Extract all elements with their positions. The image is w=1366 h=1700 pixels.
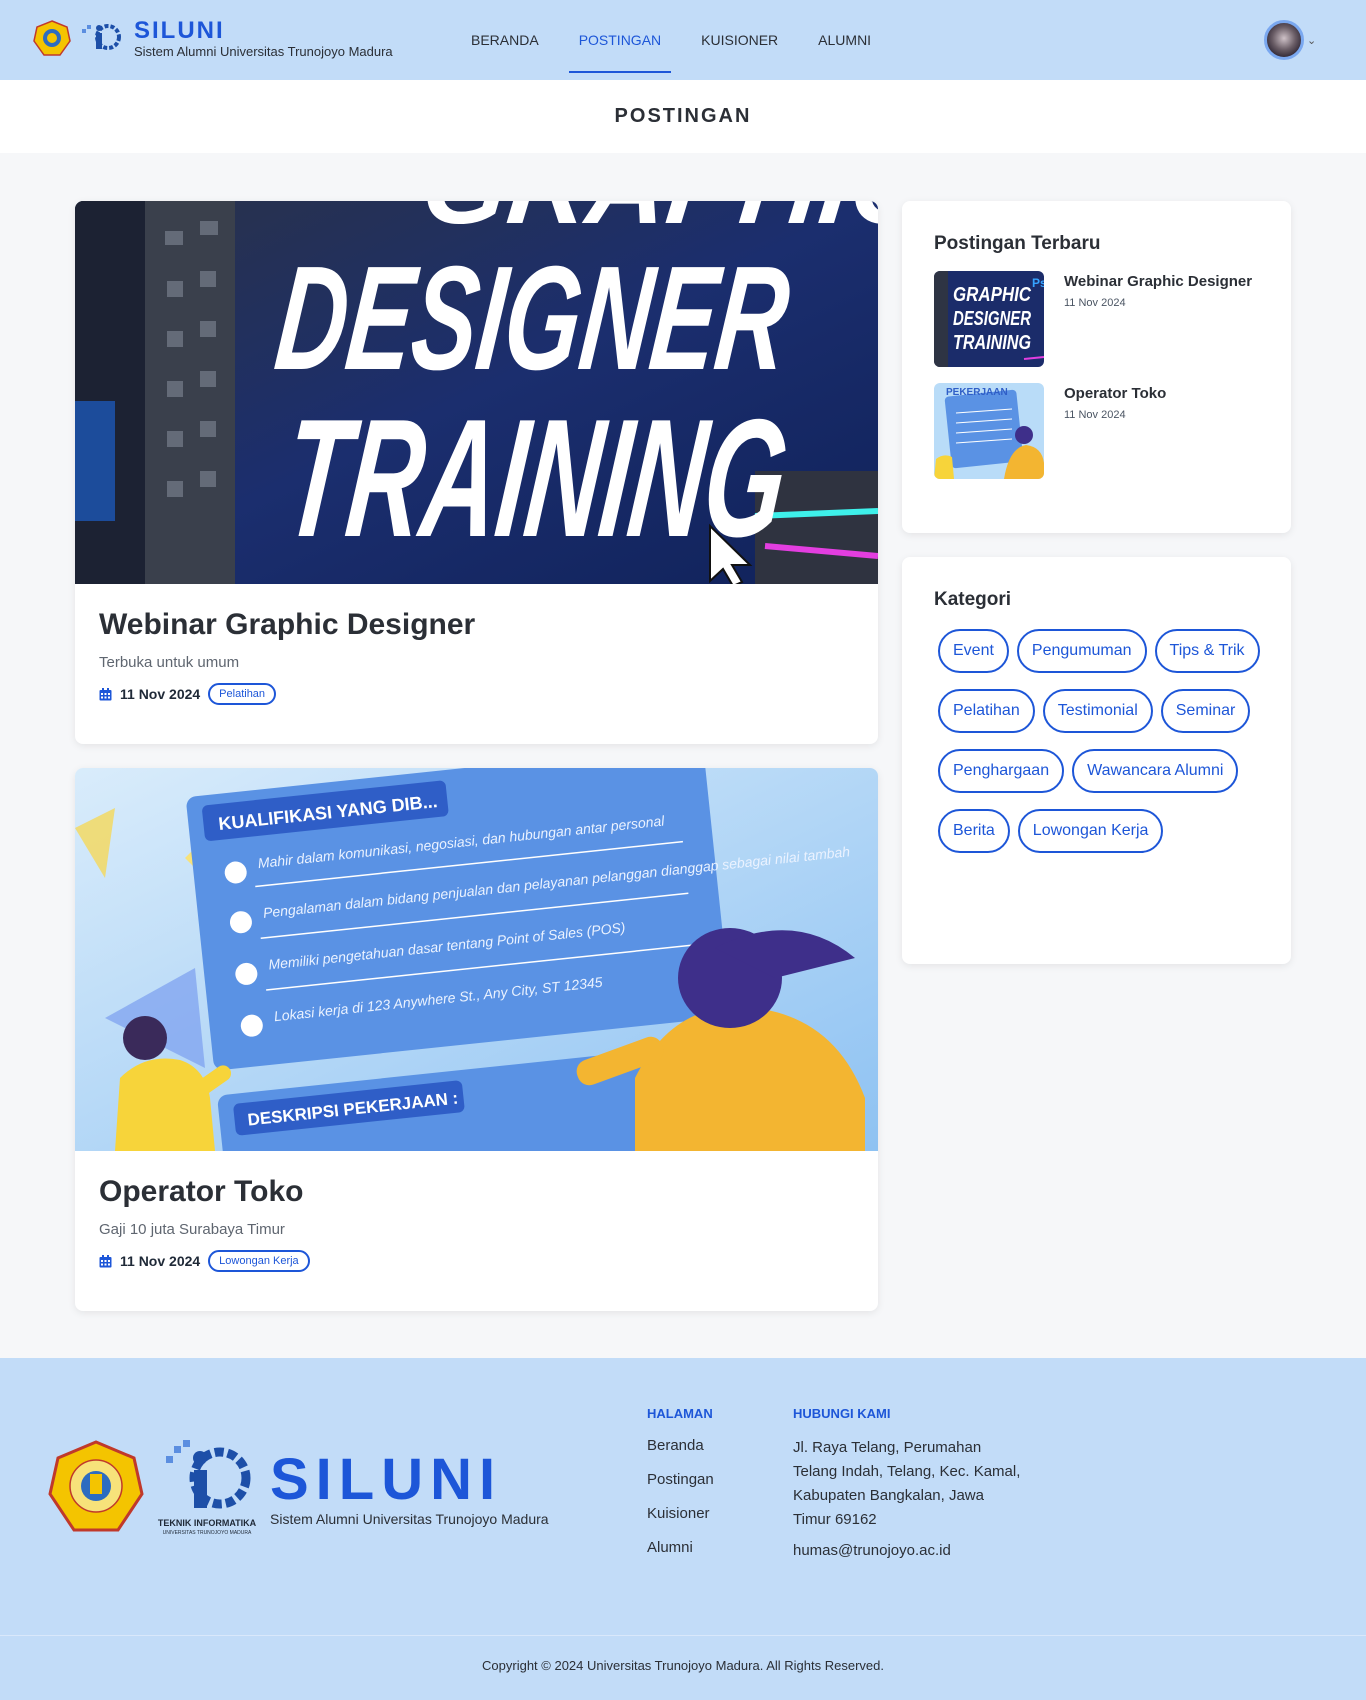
categories-heading: Kategori [934,589,1012,610]
category-tips-trik[interactable]: Tips & Trik [1154,629,1260,673]
post-date: 11 Nov 2024 [120,686,201,702]
recent-post-item[interactable]: GRAPHIC DESIGNER TRAINING Ps Webinar Gra… [934,271,1259,367]
footer-brand-title: SILUNI [270,1447,503,1512]
footer-brand: TEKNIK INFORMATIKA UNIVERSITAS TRUNOJOYO… [46,1438,549,1538]
footer-pages: HALAMAN Beranda Postingan Kuisioner Alum… [647,1406,714,1557]
svg-text:TEKNIK INFORMATIKA: TEKNIK INFORMATIKA [158,1518,257,1528]
nav-postingan[interactable]: POSTINGAN [559,0,681,80]
category-lowongan-kerja[interactable]: Lowongan Kerja [1017,809,1164,853]
recent-posts-heading: Postingan Terbaru [934,233,1101,254]
chevron-down-icon: ⌄ [1307,34,1317,47]
recent-post-thumbnail[interactable]: GRAPHIC DESIGNER TRAINING Ps [934,271,1044,367]
calendar-icon [99,687,112,700]
category-berita[interactable]: Berita [938,809,1010,853]
avatar[interactable] [1264,20,1304,60]
category-penghargaan[interactable]: Penghargaan [938,749,1065,793]
footer: TEKNIK INFORMATIKA UNIVERSITAS TRUNOJOYO… [0,1358,1366,1700]
category-testimonial[interactable]: Testimonial [1042,689,1153,733]
footer-link-alumni[interactable]: Alumni [647,1538,714,1557]
recent-post-title[interactable]: Operator Toko [1064,385,1166,402]
categories-card: Kategori Event Pengumuman Tips & Trik Pe… [902,557,1291,964]
post-card[interactable]: KUALIFIKASI YANG DIB... Mahir dalam komu… [75,768,878,1311]
category-badge[interactable]: Lowongan Kerja [208,1250,310,1272]
footer-contact-heading: HUBUNGI KAMI [793,1406,891,1421]
copyright: Copyright © 2024 Universitas Trunojoyo M… [482,1658,884,1673]
svg-text:Ps: Ps [1032,276,1044,290]
category-seminar[interactable]: Seminar [1160,689,1251,733]
post-title[interactable]: Operator Toko [99,1173,854,1211]
category-badge[interactable]: Pelatihan [208,683,277,705]
post-image-graphic-designer[interactable]: GRAPHIC DESIGNER TRAINING [75,201,878,584]
nav-kuisioner[interactable]: KUISIONER [681,0,798,80]
svg-text:PEKERJAAN: PEKERJAAN [946,387,1008,398]
recent-post-date: 11 Nov 2024 [1064,297,1126,309]
footer-address: Jl. Raya Telang, Perumahan Telang Indah,… [793,1439,1021,1528]
recent-post-date: 11 Nov 2024 [1064,409,1126,421]
footer-brand-subtitle: Sistem Alumni Universitas Trunojoyo Madu… [270,1511,549,1527]
brand-title: SILUNI [134,17,225,44]
svg-text:GRAPHIC: GRAPHIC [953,284,1031,306]
post-date: 11 Nov 2024 [120,1253,201,1269]
brand-subtitle: Sistem Alumni Universitas Trunojoyo Madu… [134,44,393,59]
teknik-informatika-logo [82,24,121,50]
recent-post-title[interactable]: Webinar Graphic Designer [1064,273,1252,290]
university-seal-logo [48,1440,144,1532]
calendar-icon [99,1254,112,1267]
main-nav: BERANDA POSTINGAN KUISIONER ALUMNI [451,0,891,80]
footer-contact: HUBUNGI KAMI Jl. Raya Telang, Perumahan … [793,1406,1023,1559]
teknik-informatika-logo: TEKNIK INFORMATIKA UNIVERSITAS TRUNOJOYO… [158,1440,257,1536]
category-wawancara-alumni[interactable]: Wawancara Alumni [1072,749,1239,793]
post-image-operator-toko[interactable]: KUALIFIKASI YANG DIB... Mahir dalam komu… [75,768,878,1151]
recent-post-item[interactable]: PEKERJAAN Operator Toko 11 Nov 2024 [934,383,1259,479]
recent-posts-card: Postingan Terbaru GRAPHIC DESIGNER TRAIN… [902,201,1291,533]
footer-divider [0,1635,1366,1636]
page-title: POSTINGAN [614,105,752,127]
svg-text:TRAINING: TRAINING [953,332,1031,354]
category-list: Event Pengumuman Tips & Trik Pelatihan T… [938,629,1268,853]
svg-text:DESIGNER: DESIGNER [269,236,796,401]
footer-email[interactable]: humas@trunojoyo.ac.id [793,1542,1023,1559]
top-navbar: SILUNI Sistem Alumni Universitas Trunojo… [0,0,1366,80]
post-card[interactable]: GRAPHIC DESIGNER TRAINING Webinar Graphi… [75,201,878,744]
user-menu[interactable]: ⌄ [1264,20,1316,60]
nav-beranda[interactable]: BERANDA [451,0,559,80]
page-title-band: POSTINGAN [0,80,1366,153]
category-event[interactable]: Event [938,629,1009,673]
footer-link-kuisioner[interactable]: Kuisioner [647,1504,714,1523]
svg-text:UNIVERSITAS TRUNOJOYO MADURA: UNIVERSITAS TRUNOJOYO MADURA [163,1530,252,1536]
post-subtitle: Gaji 10 juta Surabaya Timur [99,1221,285,1238]
footer-pages-heading: HALAMAN [647,1406,713,1421]
post-title[interactable]: Webinar Graphic Designer [99,606,854,644]
footer-link-postingan[interactable]: Postingan [647,1470,714,1489]
nav-alumni[interactable]: ALUMNI [798,0,891,80]
category-pelatihan[interactable]: Pelatihan [938,689,1035,733]
brand[interactable]: SILUNI Sistem Alumni Universitas Trunojo… [32,18,393,60]
recent-post-thumbnail[interactable]: PEKERJAAN [934,383,1044,479]
category-pengumuman[interactable]: Pengumuman [1016,629,1147,673]
university-seal-logo [33,20,71,56]
footer-link-beranda[interactable]: Beranda [647,1436,714,1455]
svg-text:DESIGNER: DESIGNER [953,308,1031,330]
post-subtitle: Terbuka untuk umum [99,654,240,671]
